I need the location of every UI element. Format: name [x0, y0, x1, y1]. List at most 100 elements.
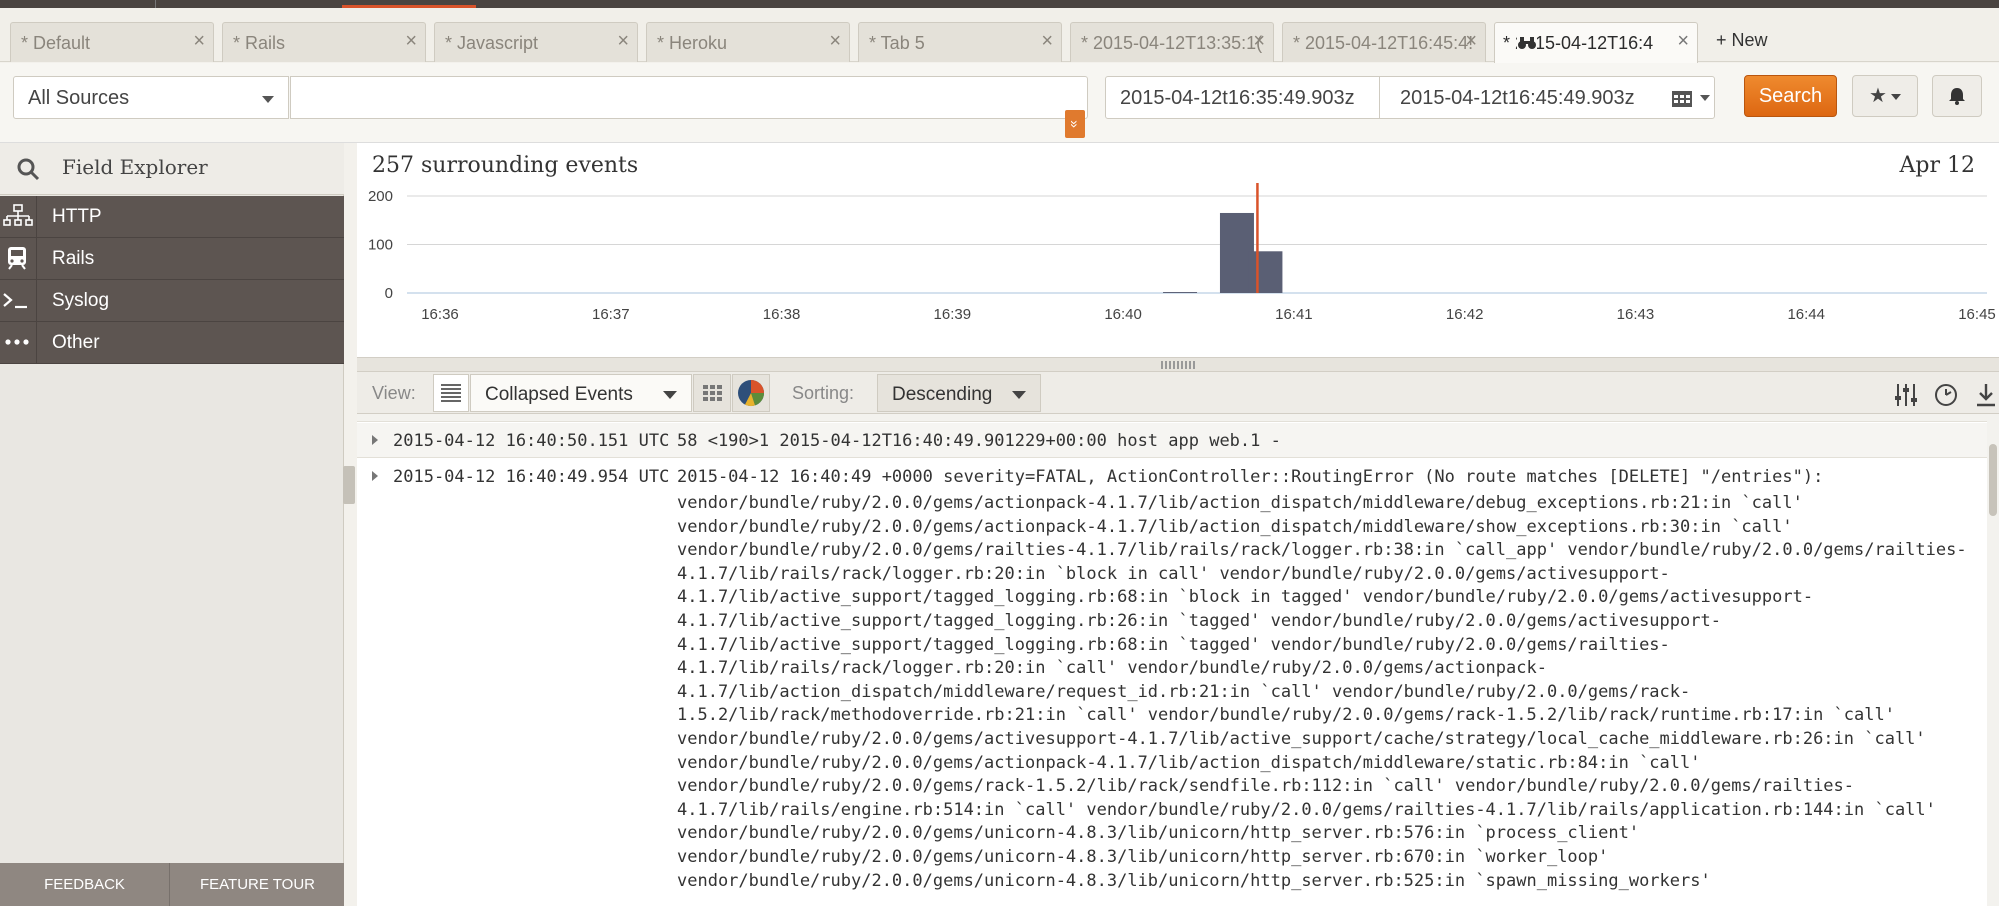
date-range: 2015-04-12t16:35:49.903z 2015-04-12t16:4…: [1105, 76, 1715, 119]
event-message: 58 <190>1 2015-04-12T16:40:49.901229+00:…: [677, 431, 1281, 451]
view-mode-value: Collapsed Events: [485, 384, 633, 405]
feedback-button[interactable]: FEEDBACK: [0, 863, 170, 906]
list-view-button[interactable]: [433, 374, 469, 412]
x-tick-label: 16:43: [1617, 306, 1655, 323]
chart-title: 257 surrounding events: [372, 153, 639, 178]
sidebar-footer: FEEDBACK FEATURE TOUR: [0, 863, 344, 906]
y-tick-label: 0: [385, 285, 393, 302]
event-row[interactable]: 2015-04-12 16:40:49.954 UTC 2015-04-12 1…: [357, 459, 1987, 906]
date-to-input[interactable]: 2015-04-12t16:45:49.903z: [1400, 87, 1635, 110]
scrollbar-thumb[interactable]: [1989, 444, 1997, 516]
sorting-label: Sorting:: [792, 383, 855, 403]
tab-default[interactable]: * Default ×: [10, 22, 214, 62]
event-row[interactable]: 2015-04-12 16:40:50.151 UTC 58 <190>1 20…: [357, 423, 1987, 458]
view-mode-select[interactable]: Collapsed Events: [470, 374, 692, 412]
top-strip: [0, 0, 1999, 8]
field-explorer-header: Field Explorer: [0, 143, 344, 195]
tab-timestamp-2[interactable]: * 2015-04-12T16:45:4! ×: [1282, 22, 1486, 62]
sidebar-item-rails[interactable]: Rails: [0, 238, 344, 280]
x-tick-label: 16:37: [592, 306, 630, 323]
close-icon[interactable]: ×: [829, 30, 841, 53]
x-tick-label: 16:41: [1275, 306, 1313, 323]
x-tick-label: 16:40: [1104, 306, 1142, 323]
x-tick-label: 16:42: [1446, 306, 1484, 323]
terminal-icon: [0, 280, 37, 321]
date-separator: [1379, 77, 1380, 118]
sidebar-item-http[interactable]: HTTP: [0, 196, 344, 238]
sort-value: Descending: [892, 384, 993, 405]
event-timestamp: 2015-04-12 16:40:49.954 UTC: [393, 467, 670, 487]
grid-icon: [703, 385, 722, 401]
sidebar: Field Explorer HTTP Rails Syslog Other F…: [0, 143, 344, 906]
train-icon: [0, 238, 37, 279]
close-icon[interactable]: ×: [1041, 30, 1053, 53]
saved-searches-button[interactable]: ★: [1852, 75, 1918, 117]
clock-icon[interactable]: [1933, 382, 1959, 408]
expand-arrow-icon[interactable]: [372, 435, 378, 445]
sidebar-resize-handle[interactable]: [343, 466, 355, 504]
close-icon[interactable]: ×: [1677, 30, 1689, 53]
view-toolbar: View: Collapsed Events Sorting: Descendi…: [357, 372, 1999, 414]
calendar-icon[interactable]: [1672, 89, 1692, 107]
x-tick-label: 16:38: [763, 306, 801, 323]
chart-view-button[interactable]: [732, 374, 770, 412]
y-tick-label: 100: [368, 237, 393, 254]
event-row-partial: [357, 414, 1987, 422]
event-message: 2015-04-12 16:40:49 +0000 severity=FATAL…: [677, 467, 1824, 487]
date-from-input[interactable]: 2015-04-12t16:35:49.903z: [1120, 87, 1355, 110]
expand-arrow-icon[interactable]: [372, 471, 378, 481]
download-icon[interactable]: [1973, 382, 1999, 408]
search-input[interactable]: [290, 76, 1088, 119]
chevron-down-icon: [262, 96, 274, 103]
event-list-scrollbar[interactable]: [1987, 414, 1999, 906]
tab-active-timestamp[interactable]: * 2015-04-12T16:4 ×: [1494, 22, 1698, 63]
histogram-chart[interactable]: 0 100 200 16:36 16:37 16:38 16:39 16:40 16:41 16:…: [357, 183, 1999, 358]
field-explorer-title: Field Explorer: [62, 155, 208, 179]
close-icon[interactable]: ×: [405, 30, 417, 53]
sidebar-item-syslog[interactable]: Syslog: [0, 280, 344, 322]
star-icon: ★: [1869, 85, 1887, 107]
event-timestamp: 2015-04-12 16:40:50.151 UTC: [393, 431, 670, 451]
histogram-panel: 257 surrounding events Apr 12 0 100 200 16:…: [357, 143, 1999, 364]
chart-date: Apr 12: [1899, 153, 1975, 178]
sidebar-item-label: HTTP: [52, 206, 102, 227]
histogram-bar: [1163, 292, 1198, 293]
bell-icon: [1949, 88, 1965, 105]
pie-chart-icon: [738, 380, 765, 407]
tab-label: * Javascript: [445, 33, 539, 53]
expand-query-button[interactable]: »: [1065, 110, 1085, 138]
sliders-icon[interactable]: [1893, 382, 1919, 408]
sidebar-item-label: Rails: [52, 248, 95, 269]
alerts-button[interactable]: [1932, 75, 1982, 117]
tab-bar: * Default × * Rails × * Javascript × * Hero…: [0, 8, 1999, 63]
close-icon[interactable]: ×: [1465, 30, 1477, 53]
search-button[interactable]: Search: [1744, 75, 1837, 117]
feature-tour-button[interactable]: FEATURE TOUR: [171, 863, 344, 906]
close-icon[interactable]: ×: [617, 30, 629, 53]
chevron-down-icon[interactable]: [1700, 95, 1710, 101]
top-strip-divider: [155, 0, 156, 8]
sidebar-item-other[interactable]: Other: [0, 322, 344, 364]
tab-label: * Rails: [233, 33, 286, 53]
new-tab-button[interactable]: + New: [1716, 30, 1768, 51]
close-icon[interactable]: ×: [193, 30, 205, 53]
source-select[interactable]: All Sources: [13, 76, 289, 119]
pane-splitter[interactable]: [357, 357, 1999, 372]
tab-heroku[interactable]: * Heroku ×: [646, 22, 850, 62]
x-tick-label: 16:36: [421, 306, 459, 323]
y-tick-label: 200: [368, 188, 393, 205]
binoculars-icon: [1517, 36, 1537, 50]
histogram-bar: [1248, 251, 1283, 293]
x-tick-label: 16:45: [1958, 306, 1996, 323]
sort-select[interactable]: Descending: [877, 374, 1041, 412]
close-icon[interactable]: ×: [1253, 30, 1265, 53]
tab-javascript[interactable]: * Javascript ×: [434, 22, 638, 62]
tab-label: * Tab 5: [869, 33, 925, 53]
tab-rails[interactable]: * Rails ×: [222, 22, 426, 62]
grid-view-button[interactable]: [693, 374, 731, 412]
event-list: 2015-04-12 16:40:50.151 UTC 58 <190>1 20…: [357, 414, 1987, 906]
tab-5[interactable]: * Tab 5 ×: [858, 22, 1062, 62]
tab-timestamp-1[interactable]: * 2015-04-12T13:35:1(×: [1070, 22, 1274, 62]
event-stack-trace: vendor/bundle/ruby/2.0.0/gems/actionpack…: [677, 493, 1967, 891]
search-icon: [17, 158, 40, 181]
